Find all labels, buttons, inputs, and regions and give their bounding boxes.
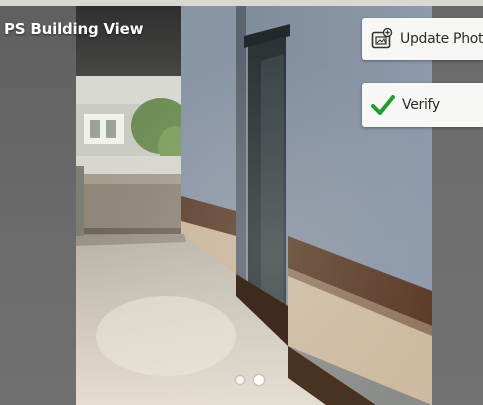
carousel-pagination: [236, 375, 264, 385]
photo-upload-icon: [371, 28, 393, 50]
corridor-photo-image: [76, 6, 432, 405]
right-margin-panel: [432, 6, 483, 405]
building-photo[interactable]: [76, 6, 432, 405]
update-photo-label: Update Photo: [400, 31, 483, 47]
carousel-dot-1[interactable]: [236, 376, 244, 384]
app-screen: PS Building View Update Photo Verify: [0, 0, 483, 405]
verify-label: Verify: [402, 97, 440, 113]
update-photo-button[interactable]: Update Photo: [362, 18, 483, 60]
left-margin-panel: [0, 6, 76, 405]
verify-button[interactable]: Verify: [362, 83, 483, 127]
checkmark-icon: [371, 94, 395, 116]
page-title: PS Building View: [4, 20, 144, 38]
carousel-dot-2[interactable]: [254, 375, 264, 385]
